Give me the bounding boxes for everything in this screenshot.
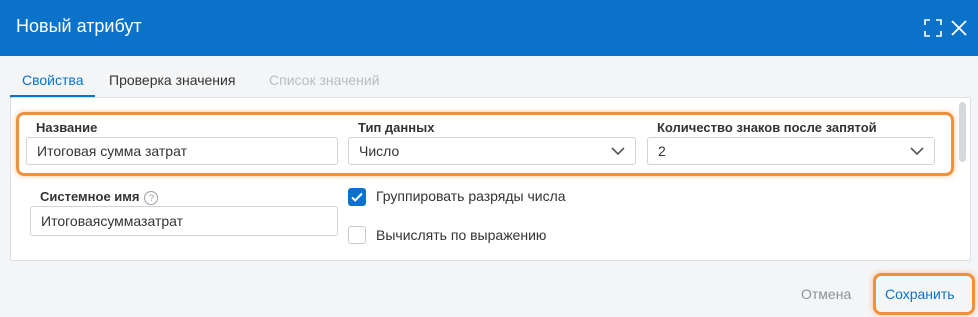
compute-expression-label[interactable]: Вычислять по выражению [376,227,546,243]
cancel-button[interactable]: Отмена [801,286,851,302]
group-digits-checkbox[interactable] [348,188,366,206]
system-name-label-text: Системное имя [40,189,140,204]
decimals-select[interactable]: 2 [647,137,935,165]
system-name-input[interactable]: Итоговаясуммазатрат [30,206,338,236]
data-type-value: Число [359,143,400,159]
close-icon[interactable] [948,17,970,39]
decimals-value: 2 [658,143,666,159]
properties-panel: Название Итоговая сумма затрат Тип данны… [10,97,971,261]
help-icon[interactable]: ? [144,190,159,205]
maximize-icon[interactable] [922,17,944,39]
dialog-title: Новый атрибут [16,16,142,36]
scrollbar-thumb[interactable] [959,102,966,162]
chevron-down-icon [611,147,625,156]
save-button[interactable]: Сохранить [885,286,955,302]
group-digits-label[interactable]: Группировать разряды числа [376,188,566,204]
decimals-label: Количество знаков после запятой [657,120,877,135]
system-name-label: Системное имя? [40,189,159,205]
new-attribute-dialog: Новый атрибут Свойства Проверка значения… [0,0,978,317]
tab-properties[interactable]: Свойства [22,72,83,88]
chevron-down-icon [910,147,924,156]
name-input[interactable]: Итоговая сумма затрат [26,137,338,165]
compute-expression-checkbox[interactable] [348,226,366,244]
tab-value-validation[interactable]: Проверка значения [109,72,235,88]
tab-value-list: Список значений [269,72,380,88]
data-type-label: Тип данных [358,120,435,135]
dialog-titlebar: Новый атрибут [0,0,978,56]
data-type-select[interactable]: Число [348,137,636,165]
checkmark-icon [351,192,363,202]
name-label: Название [36,120,98,135]
